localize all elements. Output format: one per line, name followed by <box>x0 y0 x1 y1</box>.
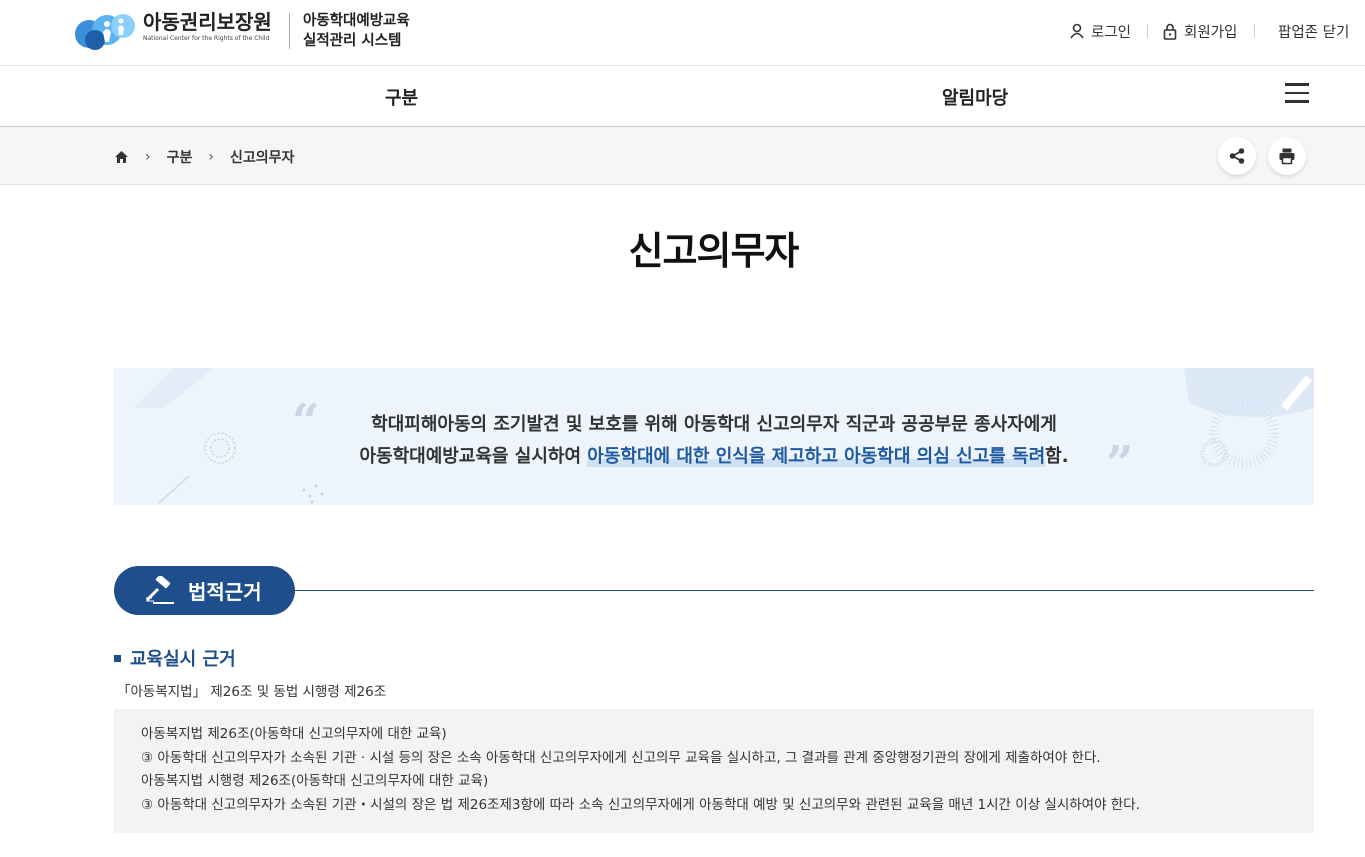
section-header-legal-basis: 법적근거 <box>114 566 295 615</box>
print-button[interactable] <box>1268 137 1306 175</box>
system-title[interactable]: 아동학대예방교육 실적관리 시스템 <box>303 11 410 51</box>
login-label: 로그인 <box>1091 24 1132 41</box>
law-line: 아동복지법 제26조(아동학대 신고의무자에 대한 교육) <box>141 726 447 742</box>
logo-title: 아동권리보장원 <box>143 10 272 34</box>
breadcrumb-bar: › 구분 › 신고의무자 <box>0 127 1365 185</box>
law-text-box: 아동복지법 제26조(아동학대 신고의무자에 대한 교육) ③ 아동학대 신고의… <box>114 709 1314 833</box>
printer-icon <box>1279 148 1295 165</box>
login-link[interactable]: 로그인 <box>1069 21 1131 41</box>
law-line: ③ 아동학대 신고의무자가 소속된 기관 · 시설 등의 장은 소속 아동학대 … <box>141 749 1101 766</box>
breadcrumb: › 구분 › 신고의무자 <box>114 147 294 167</box>
intro-quote-box: “ ” 학대피해아동의 조기발견 및 보호를 위해 아동학대 신고의무자 직군과… <box>114 368 1314 505</box>
section-title: 법적근거 <box>188 580 262 604</box>
quote-highlight: 아동학대에 대한 인식을 제고하고 아동학대 의심 신고를 독려 <box>587 446 1046 467</box>
menu-bar <box>1285 100 1309 103</box>
law-line: 아동복지법 시행령 제26조(아동학대 신고의무자에 대한 교육) <box>141 773 489 789</box>
join-label: 회원가입 <box>1184 24 1238 41</box>
site-header: 아동권리보장원 National Center for the Rights o… <box>0 0 1365 66</box>
system-title-line1: 아동학대예방교육 <box>303 13 410 29</box>
share-icon <box>1229 148 1245 164</box>
menu-icon[interactable] <box>1285 83 1309 103</box>
square-bullet-icon <box>114 654 121 662</box>
chevron-right-icon: › <box>208 149 214 165</box>
logo-icon[interactable] <box>73 10 137 52</box>
menu-bar <box>1285 83 1309 86</box>
logo-text[interactable]: 아동권리보장원 National Center for the Rights o… <box>143 10 272 43</box>
page-title: 신고의무자 <box>628 229 800 273</box>
logo-divider <box>289 13 290 49</box>
util-divider <box>1147 24 1148 38</box>
section-divider <box>295 590 1314 591</box>
popup-close-link[interactable]: 팝업존 닫기 <box>1278 21 1349 41</box>
subsection-title: 교육실시 근거 <box>114 645 236 671</box>
nav-item-category[interactable]: 구분 <box>385 84 418 110</box>
breadcrumb-item-current[interactable]: 신고의무자 <box>230 147 294 167</box>
menu-bar <box>1285 91 1309 94</box>
popup-close-label: 팝업존 닫기 <box>1278 24 1350 41</box>
gavel-icon <box>145 575 174 604</box>
util-divider <box>1254 24 1255 38</box>
quote-line-1: 학대피해아동의 조기발견 및 보호를 위해 아동학대 신고의무자 직군과 공공부… <box>371 414 1057 435</box>
join-link[interactable]: 회원가입 <box>1162 21 1237 41</box>
chevron-right-icon: › <box>145 149 151 165</box>
legal-reference: 「아동복지법」 제26조 및 동법 시행령 제26조 <box>117 684 387 700</box>
home-icon[interactable] <box>114 150 129 164</box>
quote-plain: 아동학대예방교육을 실시하여 <box>359 446 588 467</box>
quote-end: 함. <box>1045 446 1069 467</box>
logo-subtitle: National Center for the Rights of the Ch… <box>143 35 270 42</box>
quote-line-2: 아동학대예방교육을 실시하여 아동학대에 대한 인식을 제고하고 아동학대 의심… <box>114 442 1314 468</box>
nav-item-notice[interactable]: 알림마당 <box>942 84 1008 110</box>
person-icon <box>1070 23 1084 39</box>
subsection-title-text: 교육실시 근거 <box>130 649 236 670</box>
system-title-line2: 실적관리 시스템 <box>303 33 402 49</box>
breadcrumb-item[interactable]: 구분 <box>167 147 193 167</box>
law-line: ③ 아동학대 신고의무자가 소속된 기관・시설의 장은 법 제26조제3항에 따… <box>141 796 1140 813</box>
share-button[interactable] <box>1218 137 1256 175</box>
lock-icon <box>1163 23 1177 40</box>
main-nav: 구분 알림마당 <box>0 66 1365 127</box>
